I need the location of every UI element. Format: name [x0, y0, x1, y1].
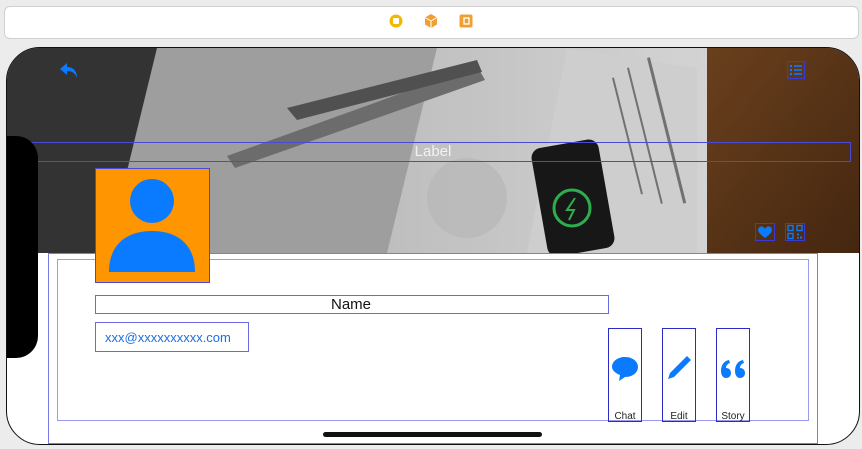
- list-icon[interactable]: [787, 61, 805, 79]
- edit-button[interactable]: Edit: [662, 328, 696, 422]
- profile-email[interactable]: xxx@xxxxxxxxxx.com: [105, 330, 231, 345]
- heart-icon[interactable]: [755, 223, 775, 241]
- speech-bubble-icon: [612, 357, 638, 381]
- qr-code-icon[interactable]: [785, 223, 805, 241]
- person-icon: [109, 179, 195, 272]
- profile-name: Name: [330, 296, 371, 313]
- pencil-icon: [668, 356, 691, 379]
- story-button[interactable]: Story: [716, 328, 750, 422]
- chat-label: Chat: [614, 411, 636, 422]
- story-label: Story: [721, 411, 745, 422]
- cube-icon[interactable]: [423, 13, 439, 29]
- quote-icon: [721, 360, 745, 378]
- home-indicator[interactable]: [323, 432, 542, 437]
- avatar[interactable]: [95, 168, 210, 283]
- device-sensor-housing: [7, 136, 38, 358]
- circle-record-icon[interactable]: [388, 13, 404, 29]
- exit-square-icon[interactable]: [458, 13, 474, 29]
- device-frame: Label Name xxx@xxxxxxxxxx.com Chat Edit …: [6, 47, 860, 445]
- header-label: Label: [414, 143, 452, 160]
- edit-label: Edit: [670, 411, 688, 422]
- chat-button[interactable]: Chat: [608, 328, 642, 422]
- back-arrow-icon[interactable]: [59, 62, 79, 80]
